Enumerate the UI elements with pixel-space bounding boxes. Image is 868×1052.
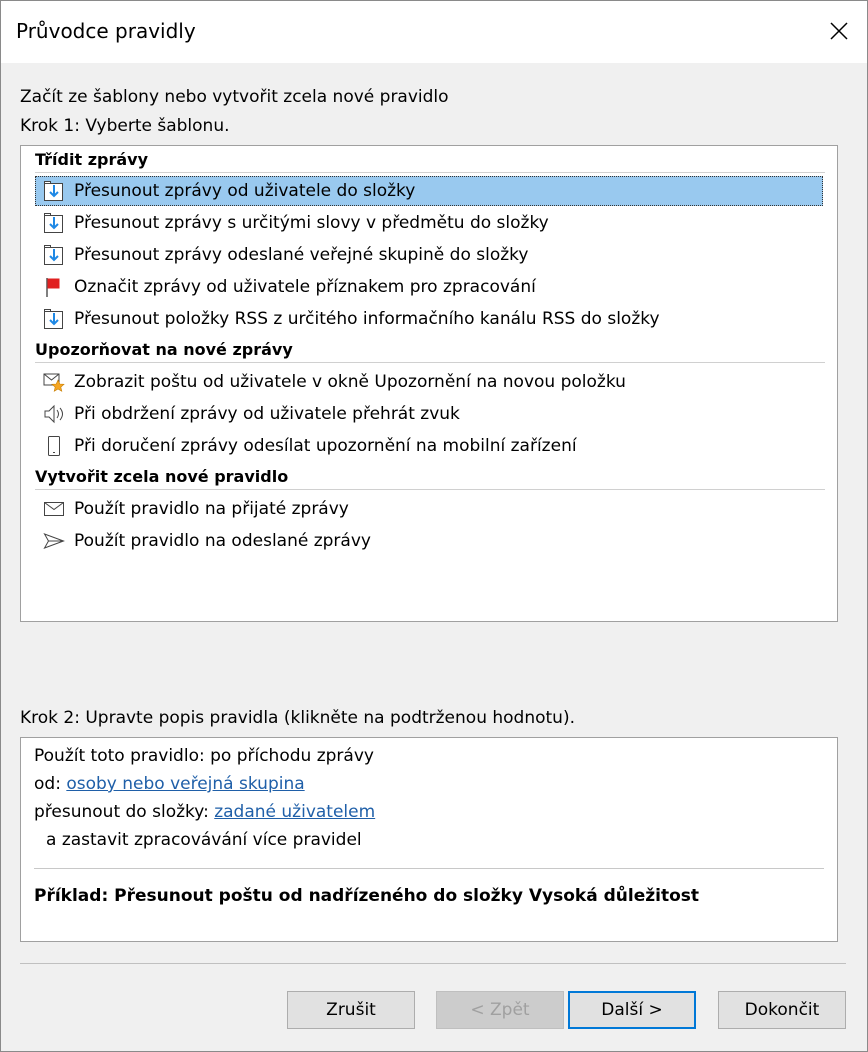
template-item-mobile-alert[interactable]: Při doručení zprávy odesílat upozornění …: [35, 431, 823, 461]
group-header-new-rule: Vytvořit zcela nové pravidlo: [35, 467, 289, 486]
next-button[interactable]: Další >: [568, 991, 696, 1029]
intro-text: Začít ze šablony nebo vytvořit zcela nov…: [20, 83, 449, 141]
template-item-label: Označit zprávy od uživatele příznakem pr…: [74, 277, 536, 297]
mail-star-icon: [42, 370, 66, 394]
desc-stop-line: a zastavit zpracovávání více pravidel: [46, 830, 362, 850]
step1-label: Krok 1: Vyberte šablonu.: [20, 116, 230, 136]
rules-wizard-dialog: Průvodce pravidly Začít ze šablony nebo …: [0, 0, 868, 1052]
template-item-move-rss[interactable]: Přesunout položky RSS z určitého informa…: [35, 304, 823, 334]
close-icon: [830, 22, 848, 40]
group-header-notify: Upozorňovat na nové zprávy: [35, 340, 293, 359]
template-item-sent[interactable]: Použít pravidlo na odeslané zprávy: [35, 526, 823, 556]
move-to-folder-icon: [42, 243, 66, 267]
template-item-flag[interactable]: Označit zprávy od uživatele příznakem pr…: [35, 272, 823, 302]
template-item-alert-window[interactable]: Zobrazit poštu od uživatele v okně Upozo…: [35, 367, 823, 397]
send-arrow-icon: [42, 529, 66, 553]
template-item-label: Použít pravidlo na odeslané zprávy: [74, 531, 371, 551]
close-button[interactable]: [817, 11, 861, 51]
group-header-sort: Třídit zprávy: [35, 150, 148, 169]
people-or-group-link[interactable]: osoby nebo veřejná skupina: [66, 774, 304, 794]
group-divider: [35, 362, 825, 363]
desc-move-line: přesunout do složky: zadané uživatelem: [34, 802, 375, 822]
footer-divider: [20, 963, 846, 964]
back-button[interactable]: < Zpět: [436, 991, 564, 1029]
desc-from-line: od: osoby nebo veřejná skupina: [34, 774, 305, 794]
template-item-label: Přesunout zprávy od uživatele do složky: [74, 181, 416, 201]
envelope-icon: [42, 497, 66, 521]
window-title: Průvodce pravidly: [16, 19, 196, 43]
example-text: Příklad: Přesunout poštu od nadřízeného …: [34, 886, 700, 906]
cancel-button[interactable]: Zrušit: [287, 991, 415, 1029]
template-item-label: Při obdržení zprávy od uživatele přehrát…: [74, 404, 460, 424]
template-item-label: Při doručení zprávy odesílat upozornění …: [74, 436, 577, 456]
template-list[interactable]: Třídit zprávy Přesunout zprávy od uživat…: [20, 145, 838, 622]
mobile-phone-icon: [42, 434, 66, 458]
template-item-move-group[interactable]: Přesunout zprávy odeslané veřejné skupin…: [35, 240, 823, 270]
desc-from-prefix: od:: [34, 774, 67, 794]
intro-heading: Začít ze šablony nebo vytvořit zcela nov…: [20, 87, 449, 107]
template-item-label: Přesunout zprávy odeslané veřejné skupin…: [74, 245, 529, 265]
step2-label: Krok 2: Upravte popis pravidla (klikněte…: [20, 708, 575, 728]
group-divider: [35, 489, 825, 490]
title-bar: Průvodce pravidly: [1, 1, 867, 63]
desc-apply-line: Použít toto pravidlo: po příchodu zprávy: [34, 746, 374, 766]
speaker-icon: [42, 402, 66, 426]
move-to-folder-icon: [42, 179, 66, 203]
template-item-label: Přesunout zprávy s určitými slovy v před…: [74, 213, 549, 233]
red-flag-icon: [42, 275, 66, 299]
group-divider: [35, 172, 825, 173]
template-item-received[interactable]: Použít pravidlo na přijaté zprávy: [35, 494, 823, 524]
template-item-move-by-subject[interactable]: Přesunout zprávy s určitými slovy v před…: [35, 208, 823, 238]
move-to-folder-icon: [42, 307, 66, 331]
move-to-folder-icon: [42, 211, 66, 235]
template-item-label: Zobrazit poštu od uživatele v okně Upozo…: [74, 372, 626, 392]
desc-move-prefix: přesunout do složky:: [34, 802, 215, 822]
specified-folder-link[interactable]: zadané uživatelem: [214, 802, 375, 822]
template-item-label: Použít pravidlo na přijaté zprávy: [74, 499, 349, 519]
template-item-move-from-sender[interactable]: Přesunout zprávy od uživatele do složky: [35, 176, 823, 206]
template-item-play-sound[interactable]: Při obdržení zprávy od uživatele přehrát…: [35, 399, 823, 429]
rule-description-box: Použít toto pravidlo: po příchodu zprávy…: [20, 737, 838, 942]
description-divider: [34, 868, 824, 869]
finish-button[interactable]: Dokončit: [718, 991, 846, 1029]
template-item-label: Přesunout položky RSS z určitého informa…: [74, 309, 660, 329]
